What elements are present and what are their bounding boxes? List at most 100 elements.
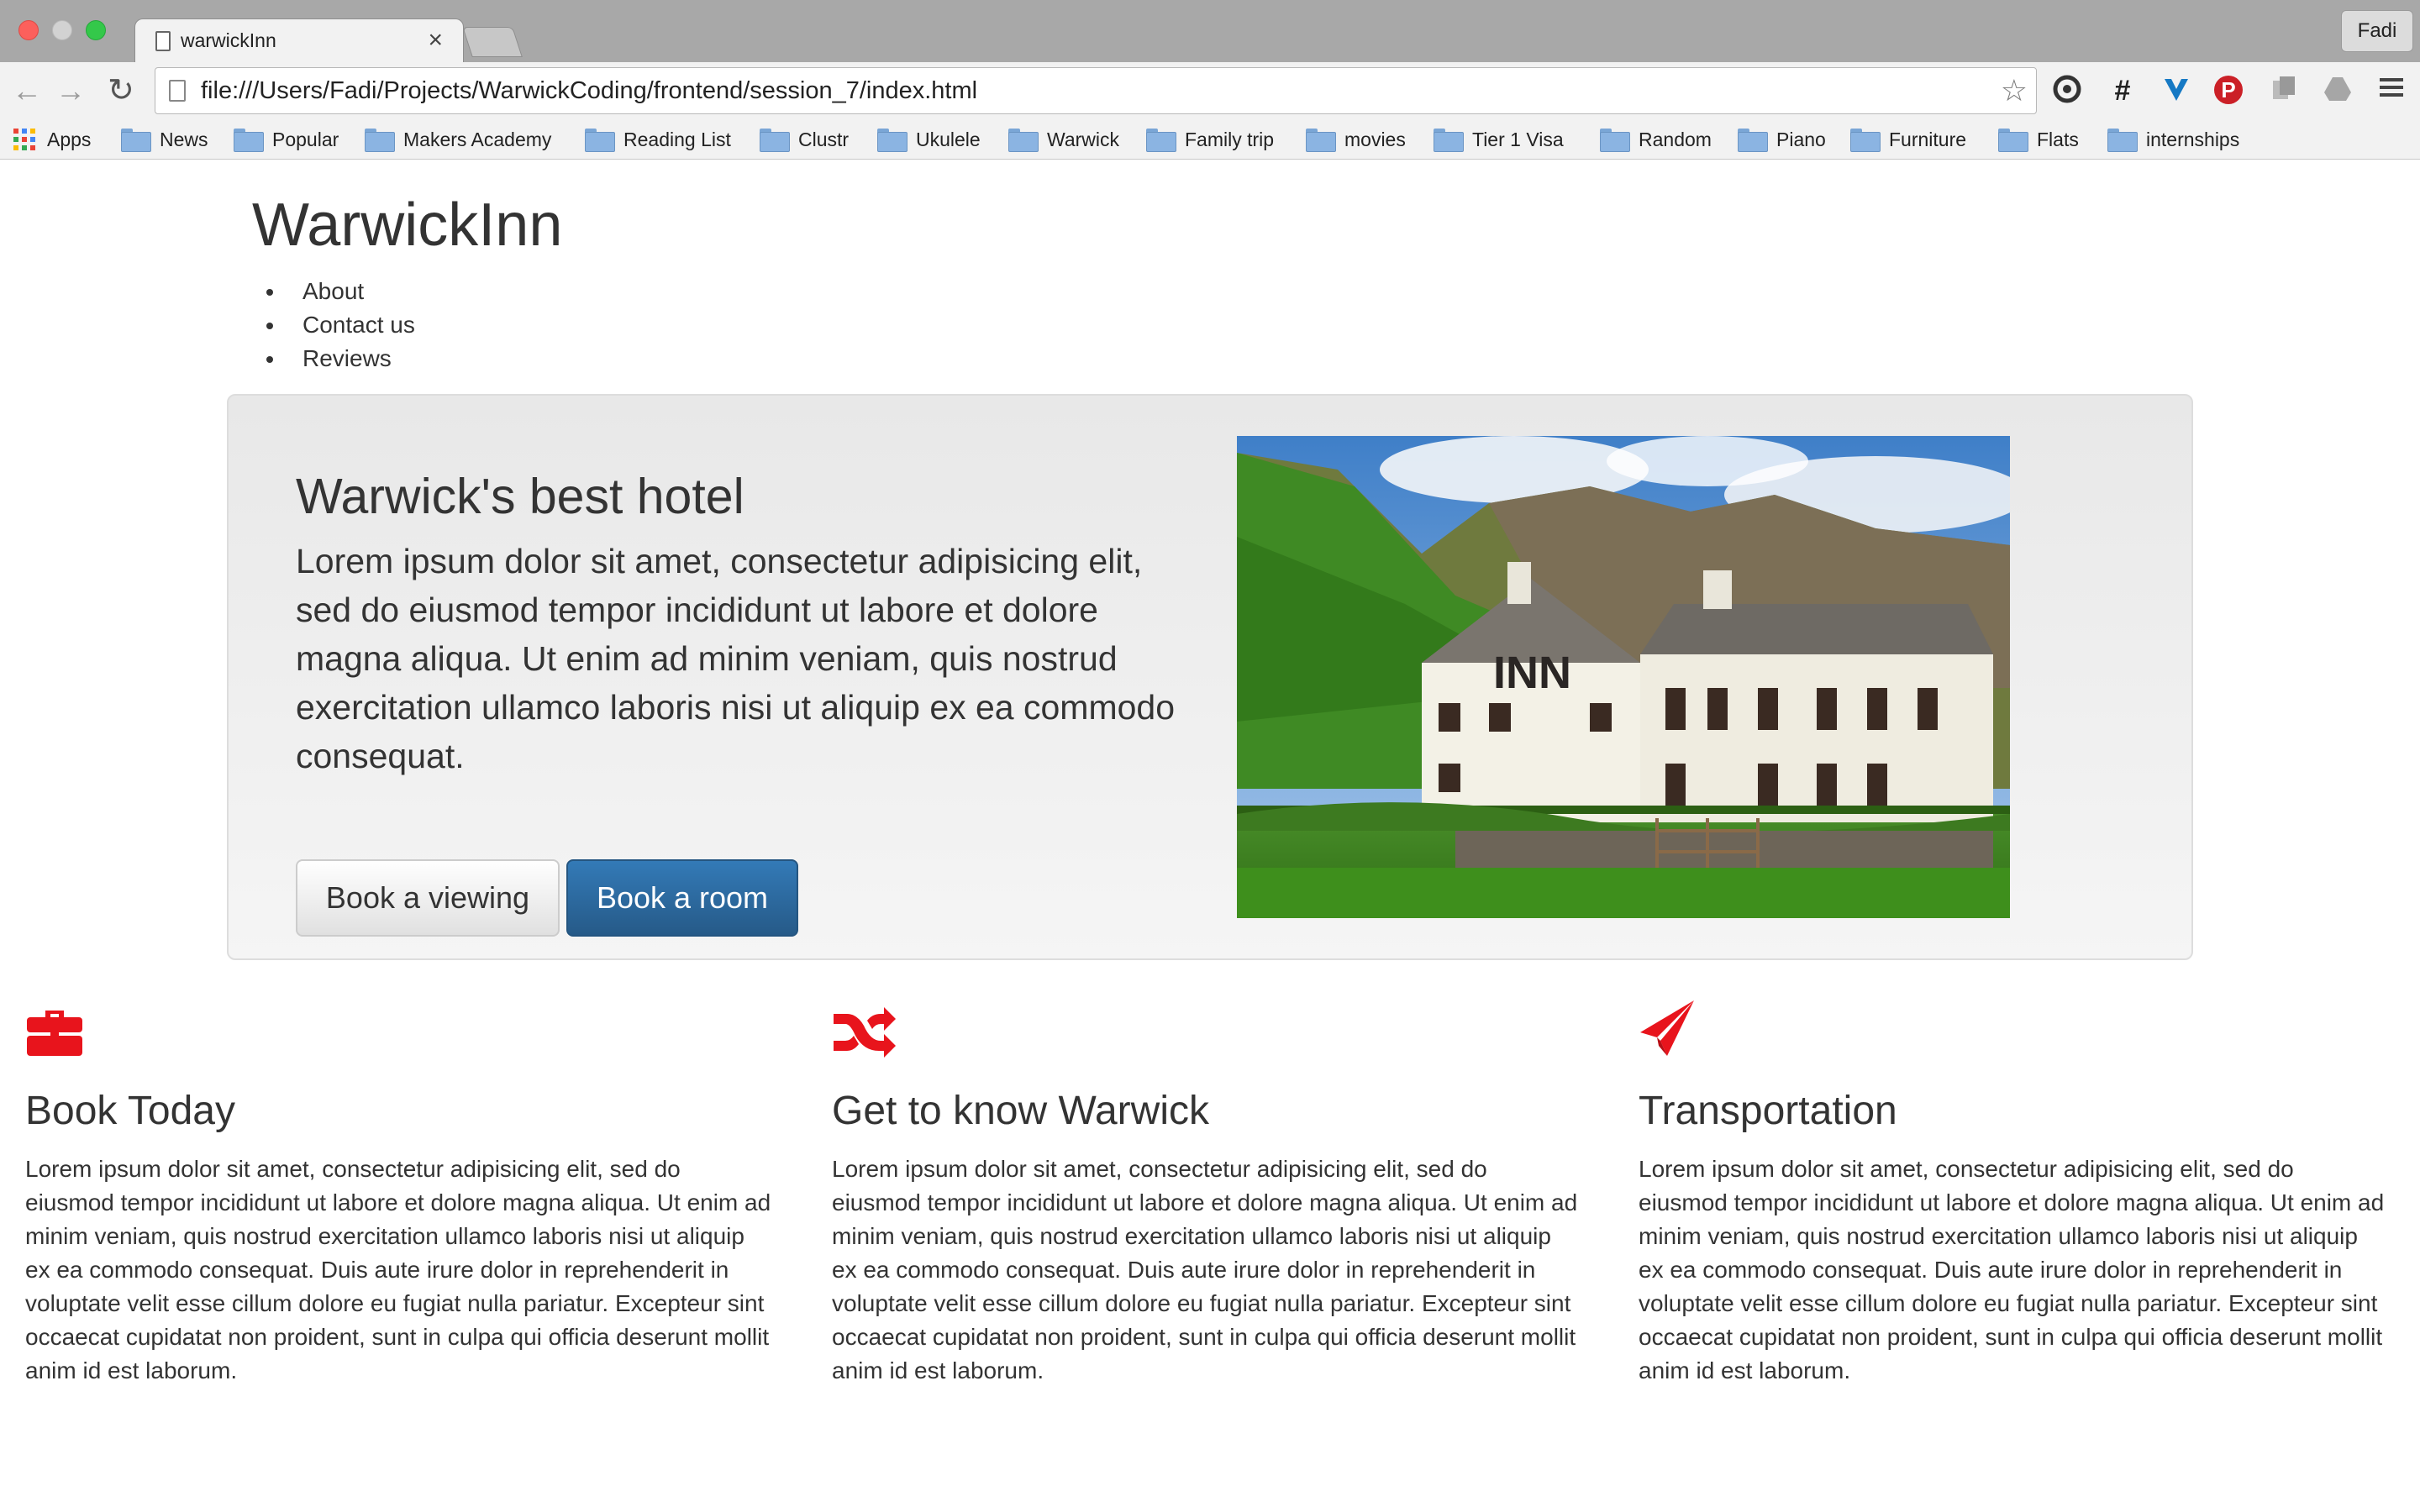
window-minimize-button[interactable] [52,20,72,40]
bookmark-folder[interactable]: Piano [1738,124,1826,155]
folder-icon [760,129,790,152]
bookmark-folder[interactable]: movies [1306,124,1406,155]
profile-button[interactable]: Fadi [2341,10,2413,52]
folder-icon [365,129,395,152]
bookmark-folder[interactable]: internships [2107,124,2239,155]
reload-icon[interactable]: ↻ [108,72,134,109]
copy-icon[interactable] [2267,74,2301,108]
bookmark-folder[interactable]: News [121,124,208,155]
shuffle-icon [832,999,896,1058]
site-title: WarwickInn [252,192,563,259]
feature-heading: Transportation [1639,1089,1897,1133]
url-text[interactable]: file:///Users/Fadi/Projects/WarwickCodin… [201,77,977,105]
bookmark-apps[interactable]: Apps [13,124,91,155]
heart-ext-icon[interactable] [2160,74,2193,108]
bookmark-label: internships [2146,128,2240,150]
bookmark-label: Popular [272,128,339,150]
bookmark-folder[interactable]: Tier 1 Visa [1434,124,1564,155]
folder-icon [1306,129,1336,152]
bookmark-label: Random [1639,128,1712,150]
feature-transportation: Transportation Lorem ipsum dolor sit ame… [1639,999,2395,1388]
hero-heading: Warwick's best hotel [296,469,744,524]
browser-toolbar: ← → ↻ file:///Users/Fadi/Projects/Warwic… [0,62,2420,119]
back-arrow-icon[interactable]: ← [12,72,42,109]
feature-heading: Book Today [25,1089,235,1133]
hero-text: Lorem ipsum dolor sit amet, consectetur … [296,542,1176,775]
folder-icon [1008,129,1039,152]
bookmark-folder[interactable]: Reading List [585,124,731,155]
page-icon [169,80,186,102]
window-close-button[interactable] [18,20,39,40]
apps-grid-icon [13,129,35,150]
bookmark-folder[interactable]: Ukulele [877,124,981,155]
site-nav: About Contact us Reviews [286,275,415,375]
folder-icon [121,129,151,152]
folder-icon [1146,129,1176,152]
bookmark-star-icon[interactable]: ☆ [2001,73,2028,108]
svg-text:P: P [2221,77,2235,102]
folder-icon [1998,129,2028,152]
bookmark-label: Makers Academy [403,128,552,150]
bookmark-label: Warwick [1047,128,1120,150]
bookmark-label: Reading List [623,128,731,150]
briefcase-icon [25,999,84,1058]
tab-title: warwickInn [181,29,276,51]
folder-icon [2107,129,2138,152]
feature-text: Lorem ipsum dolor sit amet, consectetur … [832,1156,1578,1383]
address-bar[interactable]: file:///Users/Fadi/Projects/WarwickCodin… [155,67,2037,114]
folder-icon [234,129,264,152]
bookmark-label: Clustr [798,128,850,150]
nav-link-about[interactable]: About [286,275,415,308]
forward-arrow-icon[interactable]: → [55,72,86,109]
book-viewing-button[interactable]: Book a viewing [296,859,560,937]
window-zoom-button[interactable] [86,20,106,40]
folder-icon [1434,129,1464,152]
bookmark-label: Furniture [1889,128,1967,150]
page-icon [155,31,171,51]
folder-icon [877,129,908,152]
bookmark-label: movies [1344,128,1406,150]
feature-text: Lorem ipsum dolor sit amet, consectetur … [1639,1156,2385,1383]
bookmark-folder[interactable]: Clustr [760,124,849,155]
folder-icon [1600,129,1630,152]
bookmark-label: Piano [1776,128,1826,150]
web-page: WarwickInn About Contact us Reviews Warw… [0,160,2420,1512]
new-tab-button[interactable] [462,27,523,57]
folder-icon [585,129,615,152]
feature-text: Lorem ipsum dolor sit amet, consectetur … [25,1156,771,1383]
bookmark-label: News [160,128,208,150]
close-tab-icon[interactable]: × [428,26,443,55]
folder-icon [1850,129,1881,152]
browser-titlebar: warwickInn × Fadi [0,0,2420,64]
nav-link-contact[interactable]: Contact us [286,308,415,342]
bookmark-folder[interactable]: Warwick [1008,124,1119,155]
bookmark-folder[interactable]: Furniture [1850,124,1966,155]
feature-book-today: Book Today Lorem ipsum dolor sit amet, c… [25,999,781,1388]
book-room-button[interactable]: Book a room [566,859,798,937]
hero-jumbotron: Warwick's best hotel Lorem ipsum dolor s… [227,394,2193,960]
hotel-image: INN [1237,436,2010,918]
bookmark-label: Flats [2037,128,2079,150]
feature-get-to-know-warwick: Get to know Warwick Lorem ipsum dolor si… [832,999,1588,1388]
bookmark-folder[interactable]: Makers Academy [365,124,551,155]
bookmark-folder[interactable]: Flats [1998,124,2079,155]
pinterest-icon[interactable]: P [2212,74,2245,108]
browser-tab[interactable]: warwickInn × [134,18,464,64]
bookmark-label: Ukulele [916,128,981,150]
circle-ext-icon[interactable] [2050,74,2084,108]
hashtag-icon[interactable]: # [2106,74,2139,108]
bookmarks-bar: Apps News Popular Makers Academy Reading… [0,119,2420,160]
inn-sign: INN [1493,648,1571,698]
send-icon [1639,999,1697,1058]
bookmark-label: Apps [47,128,92,150]
folder-icon [1738,129,1768,152]
feature-heading: Get to know Warwick [832,1089,1209,1133]
bookmark-folder[interactable]: Random [1600,124,1712,155]
menu-icon[interactable] [2375,74,2408,108]
bookmark-folder[interactable]: Family trip [1146,124,1274,155]
bookmark-label: Tier 1 Visa [1472,128,1564,150]
bookmark-label: Family trip [1185,128,1275,150]
nav-link-reviews[interactable]: Reviews [286,342,415,375]
drive-icon[interactable] [2321,74,2354,108]
bookmark-folder[interactable]: Popular [234,124,339,155]
